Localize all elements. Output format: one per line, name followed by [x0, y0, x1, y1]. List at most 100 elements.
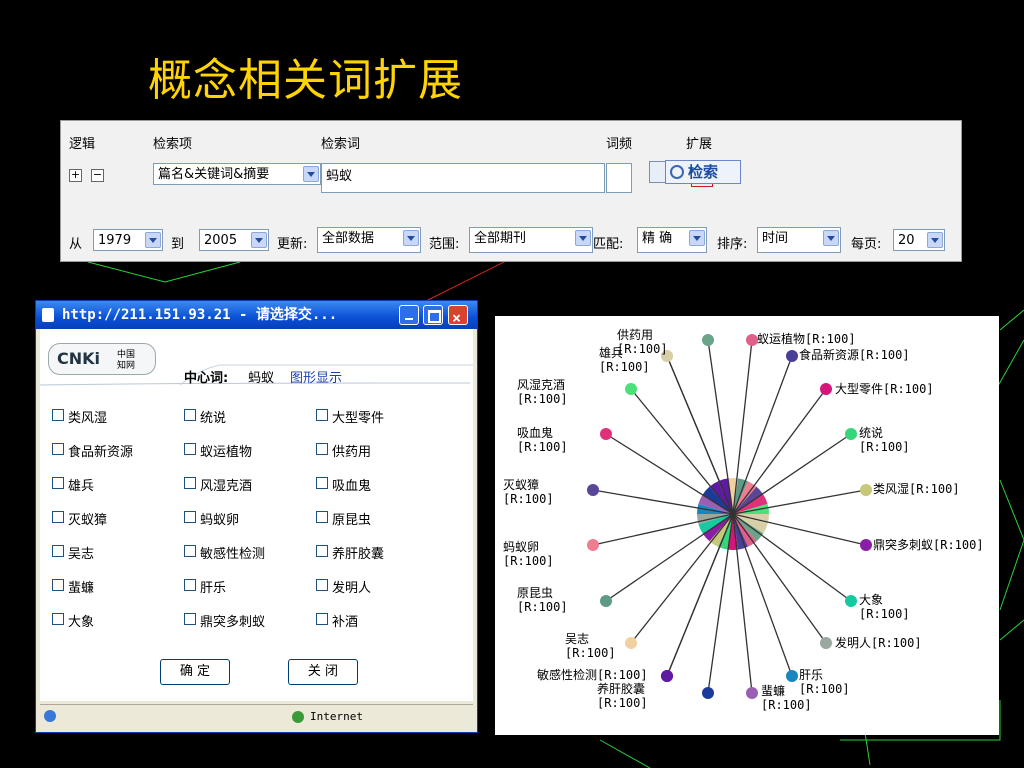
term-label[interactable]: 蚂蚁卵 [200, 509, 239, 528]
graph-node-label[interactable]: 吴志 [R:100] [565, 632, 616, 660]
scope-select[interactable]: 全部期刊 [469, 227, 593, 253]
term-label[interactable]: 吸血鬼 [332, 475, 371, 494]
graph-node-label[interactable]: 鼎突多刺蚁[R:100] [873, 538, 984, 552]
graph-node[interactable] [625, 637, 637, 649]
graph-node-label[interactable]: 类风湿[R:100] [873, 482, 960, 496]
remove-row-button[interactable]: − [91, 169, 104, 182]
graph-node[interactable] [600, 428, 612, 440]
graph-node[interactable] [702, 334, 714, 346]
graph-node-label[interactable]: 蚂蚁卵 [R:100] [503, 540, 554, 568]
graph-node-rank: [R:100] [517, 600, 568, 614]
graph-node[interactable] [820, 383, 832, 395]
graph-node[interactable] [845, 595, 857, 607]
term-checkbox[interactable] [184, 511, 196, 523]
term-label[interactable]: 灭蚁獐 [68, 509, 107, 528]
graph-node-label[interactable]: 大象 [R:100] [859, 593, 910, 621]
perpage-select[interactable]: 20 [893, 229, 945, 251]
maximize-button[interactable] [423, 305, 443, 325]
sort-select[interactable]: 时间 [757, 227, 841, 253]
graph-node-label[interactable]: 灭蚁獐 [R:100] [503, 478, 554, 506]
close-button[interactable]: 关 闭 [288, 659, 358, 685]
graph-node-label[interactable]: 风湿克酒 [R:100] [517, 378, 568, 406]
term-checkbox[interactable] [52, 443, 64, 455]
graph-node-label[interactable]: 食品新资源[R:100] [799, 348, 910, 362]
graph-node[interactable] [786, 670, 798, 682]
term-checkbox[interactable] [184, 443, 196, 455]
graph-node-label[interactable]: 蜚蠊 [R:100] [761, 684, 812, 712]
graph-node[interactable] [820, 637, 832, 649]
graph-node-label[interactable]: 蚁运植物[R:100] [757, 332, 856, 346]
graph-node-label[interactable]: 统说 [R:100] [859, 426, 910, 454]
term-label[interactable]: 发明人 [332, 577, 371, 596]
graph-node[interactable] [587, 484, 599, 496]
term-label[interactable]: 雄兵 [68, 475, 94, 494]
graph-node[interactable] [746, 687, 758, 699]
term-label[interactable]: 敏感性检测 [200, 543, 265, 562]
term-checkbox[interactable] [52, 477, 64, 489]
graph-node[interactable] [860, 539, 872, 551]
term-checkbox[interactable] [52, 579, 64, 591]
term-label[interactable]: 大象 [68, 611, 94, 630]
term-label[interactable]: 吴志 [68, 543, 94, 562]
graph-node-label[interactable]: 敏感性检测[R:100] [537, 668, 648, 682]
term-label[interactable]: 肝乐 [200, 577, 226, 596]
term-label[interactable]: 蜚蠊 [68, 577, 94, 596]
field-select[interactable]: 篇名&关键词&摘要 [153, 163, 321, 185]
term-label[interactable]: 统说 [200, 407, 226, 426]
ok-button[interactable]: 确 定 [160, 659, 230, 685]
graph-node[interactable] [845, 428, 857, 440]
term-label[interactable]: 食品新资源 [68, 441, 133, 460]
term-checkbox[interactable] [52, 545, 64, 557]
minimize-button[interactable] [399, 305, 419, 325]
term-label[interactable]: 大型零件 [332, 407, 384, 426]
term-checkbox[interactable] [184, 409, 196, 421]
from-year-select[interactable]: 1979 [93, 229, 163, 251]
ie-page-icon [42, 308, 54, 322]
term-checkbox[interactable] [184, 579, 196, 591]
graph-node[interactable] [702, 687, 714, 699]
graph-node[interactable] [587, 539, 599, 551]
term-label[interactable]: 风湿克酒 [200, 475, 252, 494]
graph-node-label[interactable]: 原昆虫 [R:100] [517, 586, 568, 614]
graph-node-label[interactable]: 发明人[R:100] [835, 636, 922, 650]
search-button[interactable]: 检索 [665, 160, 741, 184]
term-checkbox[interactable] [316, 613, 328, 625]
term-checkbox[interactable] [52, 511, 64, 523]
term-input[interactable]: 蚂蚁 [321, 163, 605, 193]
add-row-button[interactable]: + [69, 169, 82, 182]
graph-display-link[interactable]: 图形显示 [290, 367, 342, 386]
match-select[interactable]: 精 确 [637, 227, 707, 253]
term-checkbox[interactable] [184, 613, 196, 625]
term-checkbox[interactable] [52, 613, 64, 625]
term-label[interactable]: 原昆虫 [332, 509, 371, 528]
graph-node[interactable] [860, 484, 872, 496]
freq-input[interactable] [606, 163, 632, 193]
term-checkbox[interactable] [184, 545, 196, 557]
graph-node[interactable] [600, 595, 612, 607]
term-label[interactable]: 供药用 [332, 441, 371, 460]
graph-node[interactable] [661, 670, 673, 682]
to-year-select[interactable]: 2005 [199, 229, 269, 251]
term-checkbox[interactable] [316, 477, 328, 489]
graph-node[interactable] [786, 350, 798, 362]
term-label[interactable]: 类风湿 [68, 407, 107, 426]
graph-node-label[interactable]: 大型零件[R:100] [835, 382, 934, 396]
term-label[interactable]: 鼎突多刺蚁 [200, 611, 265, 630]
term-checkbox[interactable] [316, 409, 328, 421]
term-label[interactable]: 养肝胶囊 [332, 543, 384, 562]
term-checkbox[interactable] [316, 511, 328, 523]
graph-node-label[interactable]: 雄兵 [R:100] [599, 346, 650, 374]
term-checkbox[interactable] [316, 579, 328, 591]
graph-node-label[interactable]: 养肝胶囊 [R:100] [597, 682, 648, 710]
term-checkbox[interactable] [316, 443, 328, 455]
term-label[interactable]: 补酒 [332, 611, 358, 630]
term-label[interactable]: 蚁运植物 [200, 441, 252, 460]
close-window-button[interactable]: × [448, 305, 468, 327]
graph-node-label[interactable]: 吸血鬼 [R:100] [517, 426, 568, 454]
popup-titlebar[interactable]: http://211.151.93.21 - 请选择交... × [36, 301, 477, 329]
update-select[interactable]: 全部数据 [317, 227, 421, 253]
graph-node[interactable] [625, 383, 637, 395]
term-checkbox[interactable] [316, 545, 328, 557]
term-checkbox[interactable] [52, 409, 64, 421]
term-checkbox[interactable] [184, 477, 196, 489]
